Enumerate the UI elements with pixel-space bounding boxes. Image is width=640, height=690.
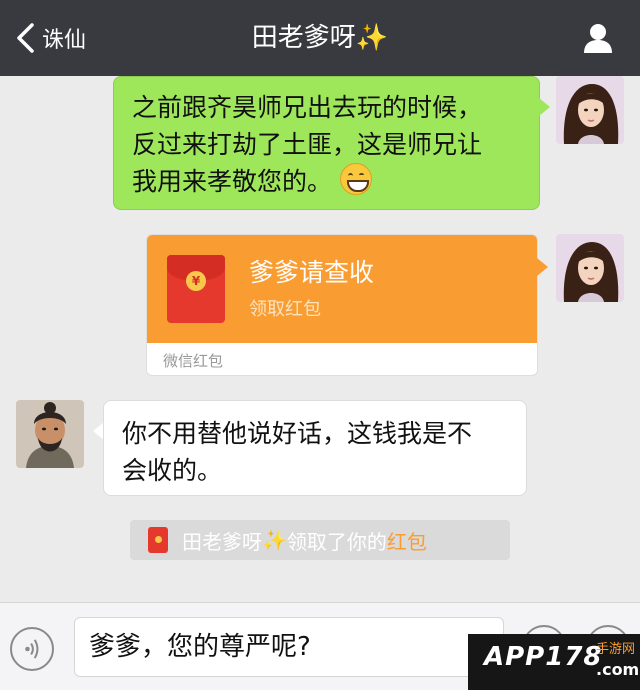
system-message-name: 田老爹呀 — [182, 529, 262, 554]
message-bubble-incoming[interactable]: 你不用替他说好话，这钱我是不 会收的。 — [103, 400, 527, 496]
bubble-tail — [537, 258, 548, 276]
system-message-action: 领取了你的 — [286, 529, 387, 554]
avatar-contact[interactable] — [16, 400, 84, 468]
red-packet-link[interactable]: 红包 — [387, 526, 427, 555]
watermark-logo: APP178 手游网 .com — [468, 634, 640, 690]
grin-emoji-icon — [339, 163, 372, 195]
message-line: 会收的。 — [122, 456, 223, 485]
bubble-tail — [539, 98, 550, 116]
watermark-sub-top: 手游网 — [596, 642, 636, 657]
watermark-main: APP178 — [484, 642, 603, 672]
message-line: 我用来孝敬您的。 — [132, 163, 521, 200]
title-bar: 诛仙 田老爹呀✨ — [0, 0, 640, 76]
watermark-sub-bottom: .com — [596, 660, 640, 679]
yuan-coin-icon: ¥ — [186, 271, 206, 291]
message-line: 你不用替他说好话，这钱我是不 — [122, 419, 473, 448]
red-envelope-icon — [148, 527, 168, 553]
avatar-girl-icon — [556, 76, 624, 144]
chat-title: 田老爹呀✨ — [251, 23, 389, 53]
red-envelope-icon: ¥ — [167, 255, 225, 323]
avatar-girl-icon — [556, 234, 624, 302]
avatar-elder-icon — [16, 400, 84, 468]
avatar-self[interactable] — [556, 76, 624, 144]
red-packet-title: 爹爹请查收 — [249, 258, 375, 287]
message-line: 反过来打劫了土匪，这是师兄让 — [132, 130, 483, 159]
red-packet-subtitle: 领取红包 — [249, 299, 321, 320]
red-packet-top: ¥ 爹爹请查收 领取红包 — [147, 235, 537, 343]
message-line: 之前跟齐昊师兄出去玩的时候， — [132, 93, 483, 122]
message-input[interactable]: 爹爹，您的尊严呢? — [74, 617, 504, 677]
avatar-self[interactable] — [556, 234, 624, 302]
system-message: 田老爹呀 ✨ 领取了你的 红包 — [130, 520, 510, 560]
message-bubble-outgoing[interactable]: 之前跟齐昊师兄出去玩的时候， 反过来打劫了土匪，这是师兄让 我用来孝敬您的。 — [113, 76, 540, 210]
sparkle-icon: ✨ — [262, 528, 287, 552]
person-icon[interactable] — [582, 22, 614, 54]
voice-icon[interactable] — [10, 627, 54, 671]
red-packet-footer: 微信红包 — [163, 352, 224, 370]
sparkle-icon: ✨ — [355, 23, 389, 53]
red-packet-card[interactable]: ¥ 爹爹请查收 领取红包 微信红包 — [146, 234, 538, 376]
